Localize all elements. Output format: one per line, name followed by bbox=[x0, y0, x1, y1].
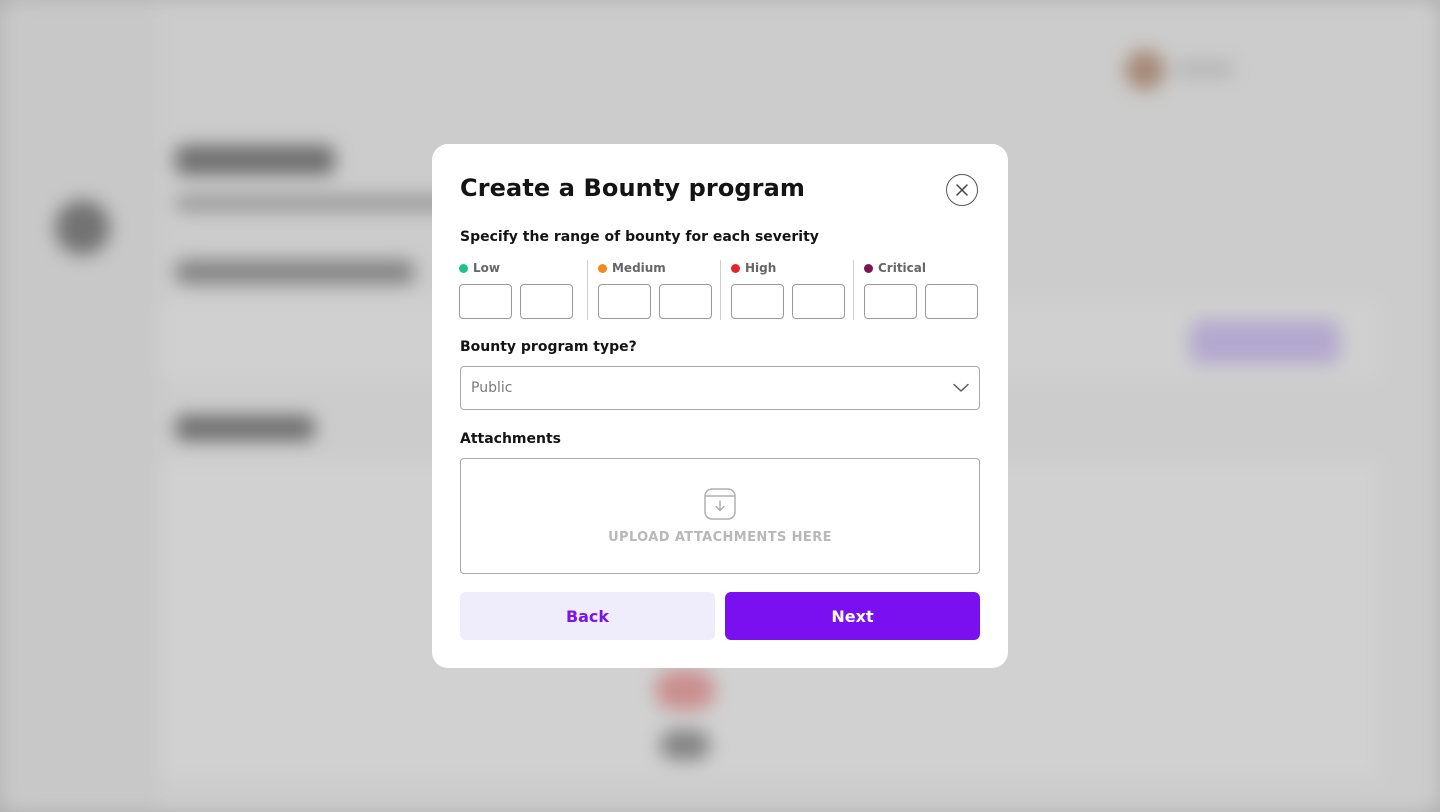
severity-label-high: High bbox=[744, 261, 777, 275]
medium-dot-icon bbox=[597, 263, 607, 273]
severity-label-medium: Medium bbox=[611, 261, 666, 275]
severity-group-medium: Medium bbox=[586, 260, 720, 320]
attachments-label: Attachments bbox=[460, 431, 562, 447]
program-type-value: Public bbox=[471, 380, 513, 396]
low-dot-icon bbox=[459, 263, 468, 273]
low-min-input[interactable] bbox=[459, 284, 512, 319]
severity-group-high: High bbox=[719, 260, 853, 320]
close-icon bbox=[956, 184, 968, 196]
download-tray-icon bbox=[704, 487, 736, 520]
severity-range-heading: Specify the range of bounty for each sev… bbox=[460, 229, 819, 245]
attachments-dropzone[interactable]: UPLOAD ATTACHMENTS HERE bbox=[460, 458, 980, 574]
chevron-down-icon bbox=[953, 383, 969, 392]
program-type-label: Bounty program type? bbox=[460, 339, 637, 355]
high-dot-icon bbox=[730, 263, 740, 273]
create-bounty-modal: Create a Bounty program Specify the rang… bbox=[432, 144, 1008, 668]
high-min-input[interactable] bbox=[730, 284, 784, 319]
high-max-input[interactable] bbox=[791, 284, 845, 319]
critical-max-input[interactable] bbox=[924, 284, 978, 319]
severity-group-critical: Critical bbox=[852, 260, 981, 320]
critical-dot-icon bbox=[863, 263, 873, 273]
medium-max-input[interactable] bbox=[658, 284, 712, 319]
severity-range-row: Low Medium High Critical bbox=[459, 260, 981, 320]
close-button[interactable] bbox=[946, 174, 978, 206]
severity-label-critical: Critical bbox=[877, 261, 926, 275]
upload-instruction: UPLOAD ATTACHMENTS HERE bbox=[608, 529, 832, 545]
severity-label-low: Low bbox=[473, 261, 500, 275]
medium-min-input[interactable] bbox=[597, 284, 651, 319]
critical-min-input[interactable] bbox=[863, 284, 917, 319]
back-button[interactable]: Back bbox=[460, 592, 715, 640]
next-button[interactable]: Next bbox=[725, 592, 980, 640]
severity-group-low: Low bbox=[459, 260, 587, 320]
program-type-select[interactable]: Public bbox=[460, 366, 980, 410]
low-max-input[interactable] bbox=[520, 284, 573, 319]
modal-title: Create a Bounty program bbox=[460, 174, 806, 202]
